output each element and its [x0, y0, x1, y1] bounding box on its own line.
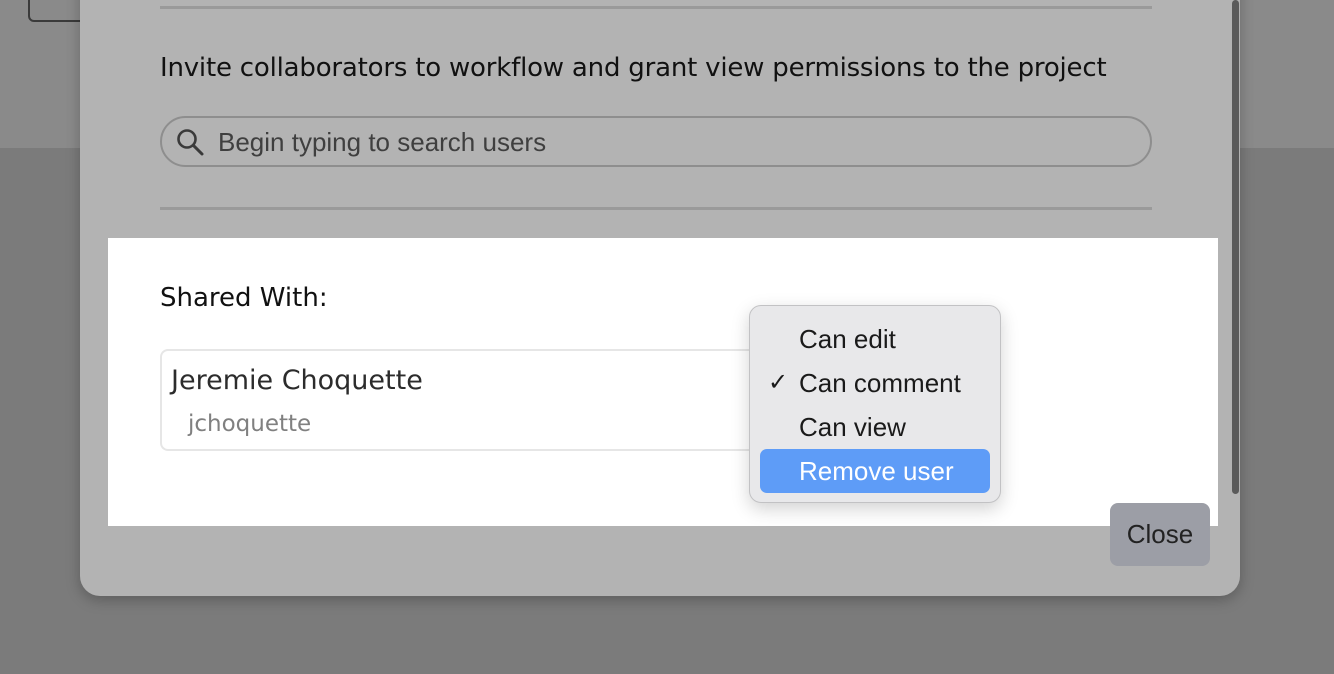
menu-item-can-edit[interactable]: Can edit [760, 317, 990, 361]
modal-scrollbar[interactable] [1232, 0, 1239, 494]
search-icon [177, 129, 204, 156]
menu-item-label: Can view [799, 412, 906, 442]
menu-item-can-comment[interactable]: ✓ Can comment [760, 361, 990, 405]
menu-item-label: Can edit [799, 324, 896, 354]
user-username: jchoquette [188, 411, 312, 437]
search-input[interactable] [218, 124, 1118, 160]
close-button[interactable]: Close [1110, 503, 1210, 566]
search-box[interactable] [160, 116, 1152, 167]
permission-menu: Can edit ✓ Can comment Can view Remove u… [749, 305, 1001, 503]
menu-item-label: Remove user [799, 456, 954, 486]
menu-item-remove-user[interactable]: Remove user [760, 449, 990, 493]
shared-with-panel: Shared With: Jeremie Choquette jchoquett… [108, 238, 1218, 526]
invite-label: Invite collaborators to workflow and gra… [160, 53, 1107, 83]
checkmark-icon: ✓ [768, 369, 789, 396]
divider-bottom [160, 207, 1152, 210]
shared-user-card[interactable]: Jeremie Choquette jchoquette [160, 349, 800, 451]
divider-top [160, 6, 1152, 9]
user-full-name: Jeremie Choquette [171, 365, 423, 396]
menu-item-label: Can comment [799, 368, 961, 398]
menu-item-can-view[interactable]: Can view [760, 405, 990, 449]
shared-with-title: Shared With: [160, 283, 328, 313]
